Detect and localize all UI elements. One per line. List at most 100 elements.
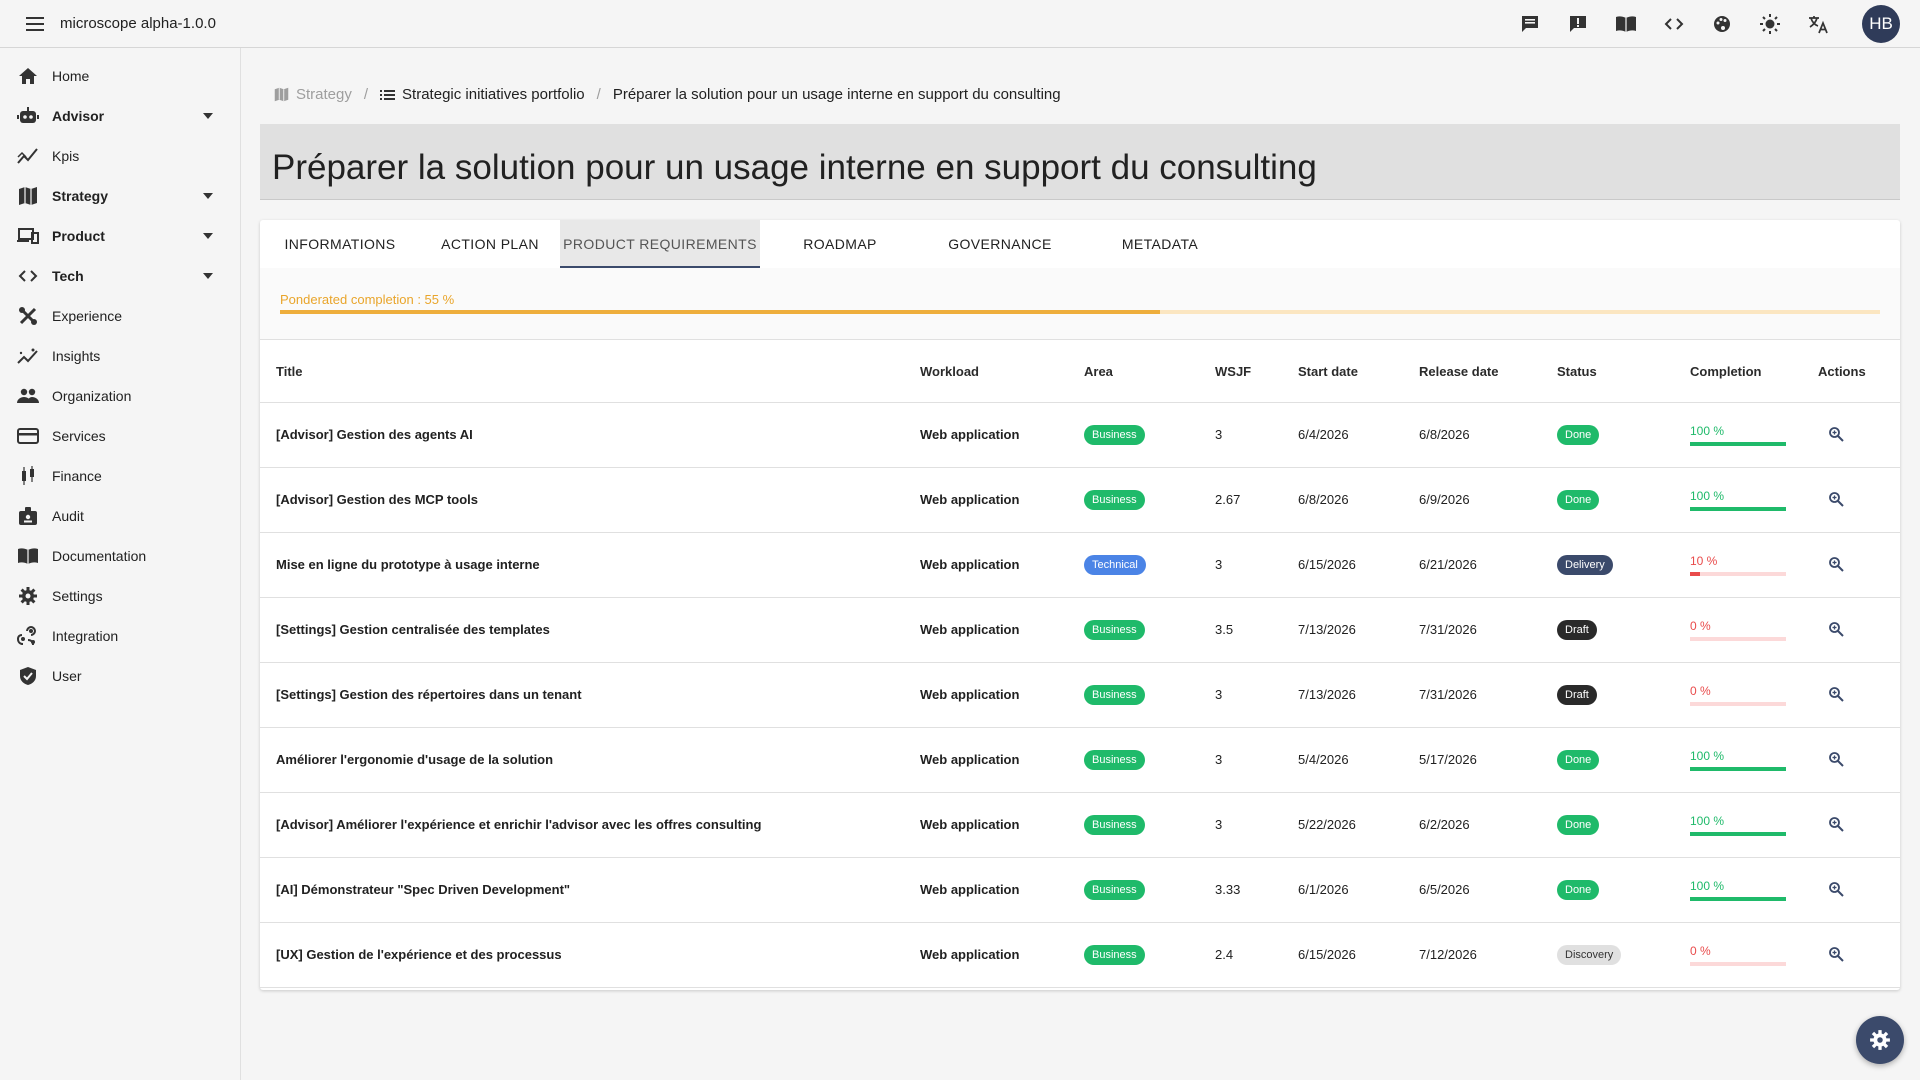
table-row[interactable]: Mise en ligne du prototype à usage inter…	[260, 532, 1900, 598]
magnify-icon[interactable]	[1826, 619, 1846, 639]
translate-icon[interactable]	[1806, 12, 1830, 36]
status-cell: Delivery	[1541, 532, 1674, 598]
workload-link[interactable]: Web application	[904, 792, 1068, 858]
workload-link[interactable]: Web application	[904, 532, 1068, 598]
completion-cell: 100 %	[1674, 727, 1802, 793]
table-row[interactable]: [Advisor] Gestion des MCP tools Web appli…	[260, 467, 1900, 533]
sidebar-item-advisor[interactable]: Advisor	[0, 96, 240, 136]
sidebar-item-services[interactable]: Services	[0, 416, 240, 456]
design-icon	[16, 304, 40, 328]
tab-action-plan[interactable]: ACTION PLAN	[420, 220, 560, 268]
workload-link[interactable]: Web application	[904, 467, 1068, 533]
magnify-icon[interactable]	[1826, 489, 1846, 509]
column-header-wsjf[interactable]: WSJF	[1199, 342, 1282, 403]
column-header-start-date[interactable]: Start date	[1282, 342, 1403, 403]
sidebar-item-finance[interactable]: Finance	[0, 456, 240, 496]
sidebar-item-integration[interactable]: Integration	[0, 616, 240, 656]
magnify-icon[interactable]	[1826, 424, 1846, 444]
table-row[interactable]: [UX] Gestion de l'expérience et des proc…	[260, 922, 1900, 988]
column-header-workload[interactable]: Workload	[904, 342, 1068, 403]
breadcrumb-item-strategy[interactable]: Strategy	[274, 86, 352, 103]
actions-cell	[1802, 857, 1900, 923]
magnify-icon[interactable]	[1826, 749, 1846, 769]
sidebar-item-strategy[interactable]: Strategy	[0, 176, 240, 216]
sidebar-item-label: Insights	[52, 348, 101, 364]
requirement-title-link[interactable]: [Settings] Gestion centralisée des templ…	[260, 597, 904, 663]
hamburger-menu-icon[interactable]	[24, 12, 48, 36]
sidebar-item-documentation[interactable]: Documentation	[0, 536, 240, 576]
column-header-status[interactable]: Status	[1541, 342, 1674, 403]
user-avatar[interactable]: HB	[1862, 5, 1900, 43]
sidebar-item-organization[interactable]: Organization	[0, 376, 240, 416]
area-chip: Business	[1084, 684, 1145, 705]
column-header-completion[interactable]: Completion	[1674, 342, 1802, 403]
table-row[interactable]: [Settings] Gestion centralisée des templ…	[260, 597, 1900, 663]
magnify-icon[interactable]	[1826, 684, 1846, 704]
workload-link[interactable]: Web application	[904, 922, 1068, 988]
table-row[interactable]: [AI] Démonstrateur "Spec Driven Developm…	[260, 857, 1900, 923]
app-title: microscope alpha-1.0.0	[60, 15, 216, 32]
requirement-title-link[interactable]: [Advisor] Gestion des agents AI	[260, 402, 904, 468]
tab-informations[interactable]: INFORMATIONS	[260, 220, 420, 268]
column-header-title[interactable]: Title	[260, 342, 904, 403]
column-header-release-date[interactable]: Release date	[1403, 342, 1541, 403]
sidebar-item-user[interactable]: User	[0, 656, 240, 696]
requirement-title-link[interactable]: [UX] Gestion de l'expérience et des proc…	[260, 922, 904, 988]
sidebar-item-audit[interactable]: Audit	[0, 496, 240, 536]
requirement-title-link[interactable]: [Settings] Gestion des répertoires dans …	[260, 662, 904, 728]
palette-icon[interactable]	[1710, 12, 1734, 36]
completion-cell: 100 %	[1674, 467, 1802, 533]
book-open-icon[interactable]	[1614, 12, 1638, 36]
brightness-icon[interactable]	[1758, 12, 1782, 36]
sidebar-item-label: Strategy	[52, 188, 109, 204]
requirement-title-link[interactable]: [AI] Démonstrateur "Spec Driven Developm…	[260, 857, 904, 923]
sidebar-item-home[interactable]: Home	[0, 56, 240, 96]
sidebar-item-experience[interactable]: Experience	[0, 296, 240, 336]
table-row[interactable]: Améliorer l'ergonomie d'usage de la solu…	[260, 727, 1900, 793]
requirement-title-link[interactable]: [Advisor] Améliorer l'expérience et enri…	[260, 792, 904, 858]
settings-fab[interactable]	[1856, 1016, 1904, 1064]
requirements-table: Title Workload Area WSJF Start date Rele…	[260, 342, 1900, 988]
workload-link[interactable]: Web application	[904, 727, 1068, 793]
workload-link[interactable]: Web application	[904, 402, 1068, 468]
code-icon[interactable]	[1662, 12, 1686, 36]
tab-roadmap[interactable]: ROADMAP	[760, 220, 920, 268]
sidebar-item-label: Services	[52, 428, 106, 444]
magnify-icon[interactable]	[1826, 814, 1846, 834]
sidebar-item-insights[interactable]: Insights	[0, 336, 240, 376]
area-cell: Business	[1068, 857, 1199, 923]
workload-link[interactable]: Web application	[904, 857, 1068, 923]
table-row[interactable]: [Advisor] Améliorer l'expérience et enri…	[260, 792, 1900, 858]
tab-metadata[interactable]: METADATA	[1080, 220, 1240, 268]
sidebar-item-kpis[interactable]: Kpis	[0, 136, 240, 176]
tab-governance[interactable]: GOVERNANCE	[920, 220, 1080, 268]
requirement-title-link[interactable]: Mise en ligne du prototype à usage inter…	[260, 532, 904, 598]
actions-cell	[1802, 597, 1900, 663]
column-header-area[interactable]: Area	[1068, 342, 1199, 403]
sidebar-item-product[interactable]: Product	[0, 216, 240, 256]
breadcrumb-item-portfolio[interactable]: Strategic initiatives portfolio	[380, 86, 585, 103]
completion-cell: 0 %	[1674, 662, 1802, 728]
magnify-icon[interactable]	[1826, 944, 1846, 964]
release-date-cell: 7/31/2026	[1403, 597, 1541, 663]
workload-link[interactable]: Web application	[904, 662, 1068, 728]
chat-icon[interactable]	[1518, 12, 1542, 36]
feedback-icon[interactable]	[1566, 12, 1590, 36]
sidebar-item-label: Organization	[52, 388, 132, 404]
sidebar-item-settings[interactable]: Settings	[0, 576, 240, 616]
requirement-title-link[interactable]: Améliorer l'ergonomie d'usage de la solu…	[260, 727, 904, 793]
insights-icon	[16, 344, 40, 368]
magnify-icon[interactable]	[1826, 554, 1846, 574]
completion-bar	[1690, 701, 1786, 706]
table-row[interactable]: [Advisor] Gestion des agents AI Web appli…	[260, 402, 1900, 468]
start-date-cell: 7/13/2026	[1282, 662, 1403, 728]
sidebar-item-tech[interactable]: Tech	[0, 256, 240, 296]
tab-product-requirements[interactable]: PRODUCT REQUIREMENTS	[560, 220, 760, 268]
release-date-cell: 6/9/2026	[1403, 467, 1541, 533]
actions-cell	[1802, 922, 1900, 988]
magnify-icon[interactable]	[1826, 879, 1846, 899]
workload-link[interactable]: Web application	[904, 597, 1068, 663]
table-row[interactable]: [Settings] Gestion des répertoires dans …	[260, 662, 1900, 728]
requirement-title-link[interactable]: [Advisor] Gestion des MCP tools	[260, 467, 904, 533]
completion-text: 100 %	[1690, 813, 1725, 828]
